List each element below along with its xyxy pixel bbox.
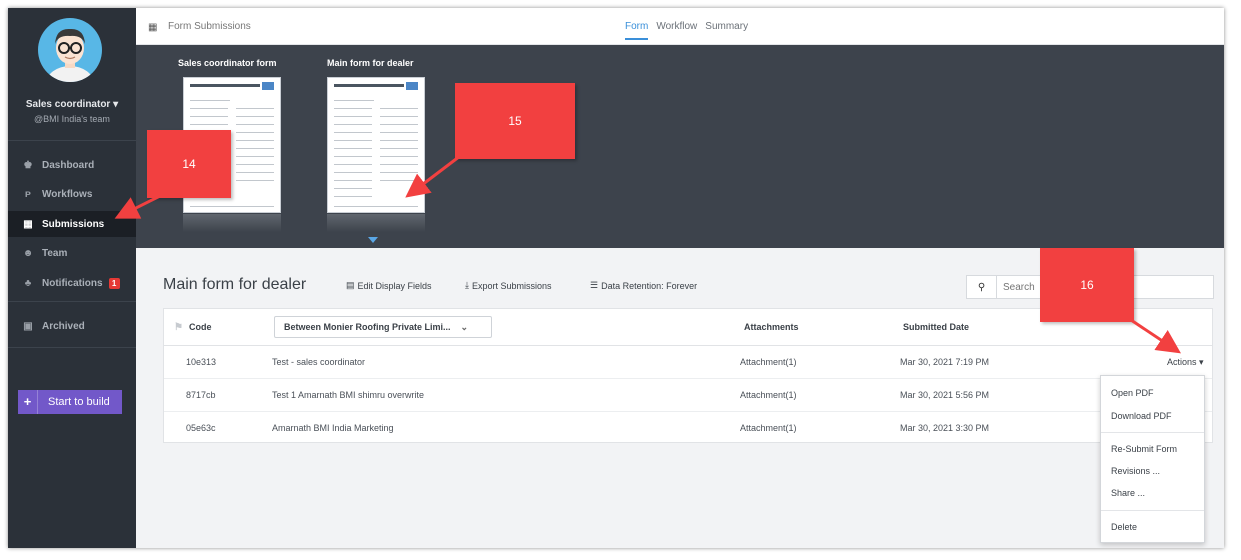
data-retention-button[interactable]: ☰ Data Retention: Forever [590,280,697,291]
edit-display-fields-button[interactable]: ▤ Edit Display Fields [346,280,432,291]
thumbnail-reflection [183,214,281,232]
sidebar-item-dashboard[interactable]: ♚ Dashboard [8,152,136,178]
tab-summary[interactable]: Summary [705,21,748,40]
divider [8,301,136,302]
menu-item-delete[interactable]: Delete [1111,522,1137,532]
preview-title: Sales coordinator form [178,58,277,68]
thumbnail-reflection [327,214,425,232]
form-preview-thumbnail-selected[interactable] [327,77,425,213]
actions-menu: Open PDF Download PDF Re-Submit Form Rev… [1100,375,1205,543]
actions-dropdown-button[interactable]: Actions ▾ [1167,357,1204,368]
database-icon: ☰ [590,280,599,290]
flag-icon[interactable]: ⚑ [174,322,183,333]
menu-item-revisions[interactable]: Revisions ... [1111,466,1160,476]
plus-icon: + [18,390,38,414]
divider [1101,510,1204,511]
selected-indicator-icon [368,237,378,243]
callout-15: 15 [455,83,575,159]
notification-badge: 1 [108,277,120,289]
archive-icon: ▣ [23,320,33,332]
page-title: Form Submissions [168,21,251,32]
sidebar-item-submissions[interactable]: ▦ Submissions [8,211,136,237]
callout-16: 16 [1040,248,1134,322]
grid-icon: ▦ [23,218,33,230]
user-team: @BMI India's team [34,114,110,124]
avatar[interactable] [38,18,102,82]
form-preview-strip: Sales coordinator form Main form for dea… [136,45,1224,248]
sidebar-item-workflows[interactable]: ᴘ Workflows [8,181,136,207]
column-field-select[interactable]: Between Monier Roofing Private Limi... ⌄ [274,316,492,338]
menu-item-open-pdf[interactable]: Open PDF [1111,388,1154,398]
form-name-heading: Main form for dealer [163,276,307,293]
column-header-code[interactable]: ⚑ Code [174,309,211,345]
menu-item-resubmit-form[interactable]: Re-Submit Form [1111,444,1177,454]
sidebar-item-team[interactable]: ☻ Team [8,240,136,266]
header: ▦ Form Submissions Form Workflow Summary [136,8,1224,45]
column-header-attachments: Attachments [744,322,799,332]
submissions-table: ⚑ Code Between Monier Roofing Private Li… [163,308,1213,443]
column-header-submitted-date: Submitted Date [903,322,970,332]
workflow-icon: ᴘ [24,188,32,200]
chevron-down-icon: ⌄ [460,321,469,332]
menu-item-share[interactable]: Share ... [1111,488,1145,498]
menu-item-download-pdf[interactable]: Download PDF [1111,411,1172,421]
user-name[interactable]: Sales coordinator ▾ [8,99,136,110]
search-icon[interactable]: ⚲ [967,276,997,298]
tab-workflow[interactable]: Workflow [656,21,697,40]
table-row[interactable]: 10e313 Test - sales coordinator Attachme… [164,346,1212,379]
table-row[interactable]: 8717cb Test 1 Amarnath BMI shimru overwr… [164,379,1212,412]
list-icon: ▤ [346,280,355,290]
sidebar: Sales coordinator ▾ @BMI India's team ♚ … [8,8,136,548]
start-to-build-button[interactable]: + Start to build [18,390,122,414]
callout-14: 14 [147,130,231,198]
view-tabs: Form Workflow Summary [625,21,756,40]
sidebar-item-archived[interactable]: ▣ Archived [8,313,136,339]
divider [8,140,136,141]
attachment-link[interactable]: Attachment(1) [740,390,797,400]
bank-icon: ♚ [23,159,33,171]
sidebar-item-notifications[interactable]: ♣ Notifications 1 [8,270,136,296]
table-row[interactable]: 05e63c Amarnath BMI India Marketing Atta… [164,412,1212,445]
preview-title: Main form for dealer [327,58,414,68]
divider [8,347,136,348]
team-icon: ☻ [22,247,34,259]
export-submissions-button[interactable]: ⤓ Export Submissions [465,280,552,291]
bell-icon: ♣ [24,277,32,289]
divider [1101,432,1204,433]
attachment-link[interactable]: Attachment(1) [740,357,797,367]
tab-form[interactable]: Form [625,21,649,40]
grid-icon: ▦ [148,22,158,33]
download-icon: ⤓ [465,280,469,290]
attachment-link[interactable]: Attachment(1) [740,423,797,433]
